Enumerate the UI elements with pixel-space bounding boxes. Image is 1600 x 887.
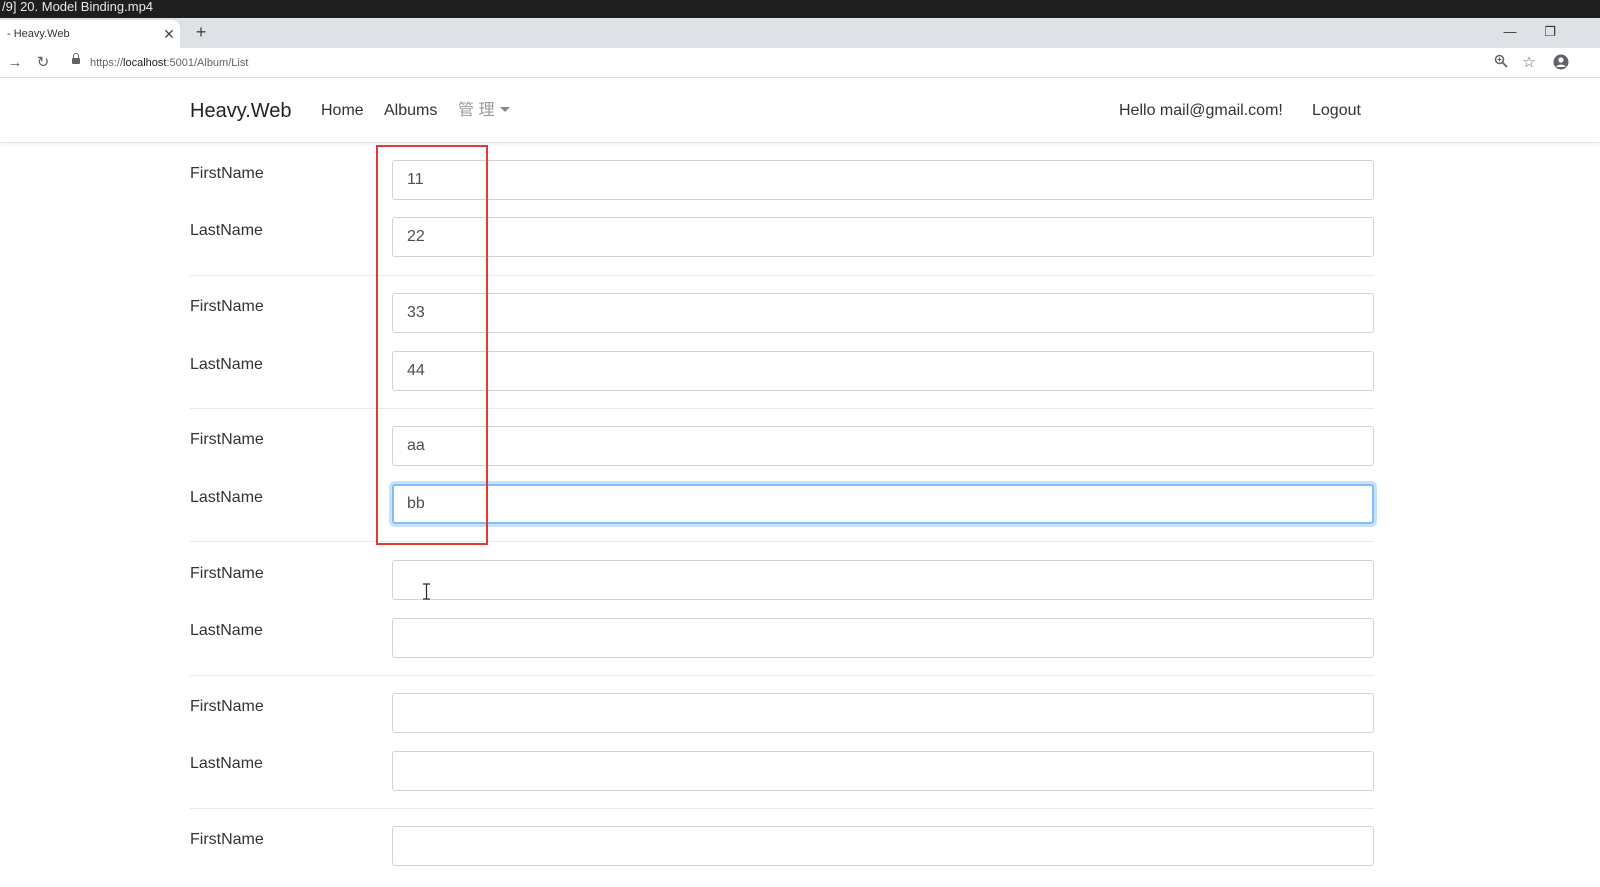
brand-link[interactable]: Heavy.Web xyxy=(190,98,292,124)
user-greeting[interactable]: Hello mail@gmail.com! xyxy=(1119,100,1283,122)
first-name-input[interactable] xyxy=(392,693,1374,733)
restore-icon[interactable]: ❐ xyxy=(1538,22,1562,42)
last-name-input[interactable] xyxy=(392,751,1374,791)
last-name-input-focused[interactable] xyxy=(392,484,1374,524)
first-name-label: FirstName xyxy=(190,565,264,582)
first-name-label: FirstName xyxy=(190,165,264,182)
last-name-input[interactable] xyxy=(392,217,1374,257)
last-name-label: LastName xyxy=(190,356,263,373)
address-bar: → ↻ https://localhost:5001/Album/List ☆ xyxy=(0,48,1600,78)
logout-link[interactable]: Logout xyxy=(1312,100,1361,122)
url-scheme: https:// xyxy=(90,57,124,69)
browser-tab[interactable]: - Heavy.Web ✕ xyxy=(0,20,180,48)
last-name-label: LastName xyxy=(190,622,263,639)
last-name-label: LastName xyxy=(190,489,263,506)
group-divider xyxy=(190,675,1374,676)
last-name-label: LastName xyxy=(190,755,263,772)
nav-admin-dropdown[interactable]: 管 理 xyxy=(458,100,511,122)
minimize-icon[interactable]: — xyxy=(1498,22,1522,42)
first-name-label: FirstName xyxy=(190,698,264,715)
first-name-input[interactable] xyxy=(392,160,1374,200)
caret-down-icon xyxy=(500,107,511,112)
group-divider xyxy=(190,808,1374,809)
nav-albums[interactable]: Albums xyxy=(384,100,437,122)
first-name-input[interactable] xyxy=(392,560,1374,600)
last-name-label: LastName xyxy=(190,222,263,239)
first-name-label: FirstName xyxy=(190,431,264,448)
first-name-input[interactable] xyxy=(392,426,1374,466)
app-navbar: Heavy.Web Home Albums 管 理 Hello mail@gma… xyxy=(0,79,1600,143)
group-divider xyxy=(190,408,1374,409)
tab-title: - Heavy.Web xyxy=(7,28,70,40)
reload-icon[interactable]: ↻ xyxy=(34,54,52,72)
player-title: /9] 20. Model Binding.mp4 xyxy=(0,0,1600,18)
first-name-label: FirstName xyxy=(190,831,264,848)
close-icon[interactable]: ✕ xyxy=(162,27,176,41)
zoom-icon[interactable] xyxy=(1492,54,1510,72)
first-name-input[interactable] xyxy=(392,293,1374,333)
last-name-input[interactable] xyxy=(392,618,1374,658)
first-name-input[interactable] xyxy=(392,826,1374,866)
url-host: localhost xyxy=(123,57,167,69)
star-icon[interactable]: ☆ xyxy=(1520,54,1538,72)
lock-icon xyxy=(72,53,80,64)
forward-icon[interactable]: → xyxy=(6,54,24,72)
tab-strip: - Heavy.Web ✕ + — ❐ xyxy=(0,18,1600,48)
last-name-input[interactable] xyxy=(392,351,1374,391)
group-divider xyxy=(190,275,1374,276)
nav-home[interactable]: Home xyxy=(321,100,364,122)
first-name-label: FirstName xyxy=(190,298,264,315)
nav-admin-label: 管 理 xyxy=(458,102,495,119)
url-path: :5001/Album/List xyxy=(166,57,249,69)
account-icon[interactable] xyxy=(1552,54,1570,72)
group-divider xyxy=(190,541,1374,542)
url-field[interactable]: https://localhost:5001/Album/List xyxy=(90,54,248,72)
new-tab-icon[interactable]: + xyxy=(192,23,210,42)
